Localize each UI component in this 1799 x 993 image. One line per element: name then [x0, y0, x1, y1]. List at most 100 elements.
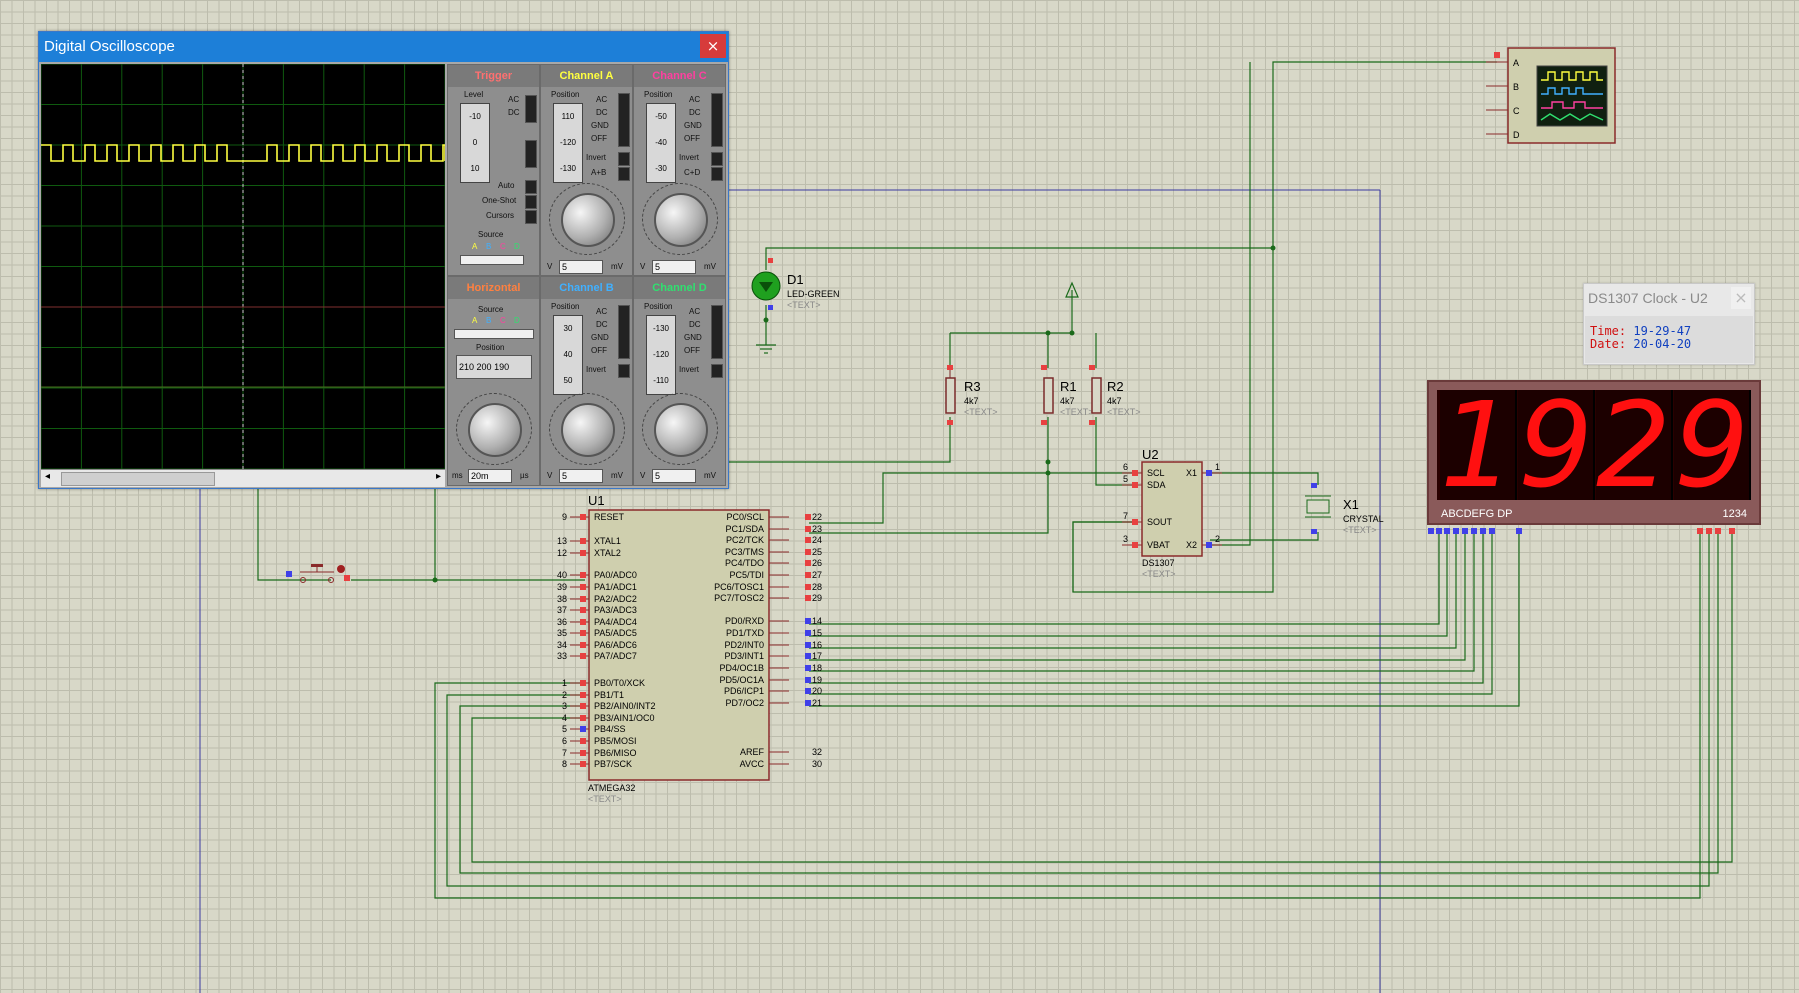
close-icon[interactable]: × [1731, 287, 1751, 309]
horizontal-time-value[interactable]: 20m [468, 469, 512, 483]
u1-pin-34[interactable]: 34 PA6/ADC6 [557, 640, 637, 650]
channel-c-invert-button[interactable] [711, 152, 723, 166]
trigger-edge-switch[interactable] [525, 140, 537, 168]
u1-pin-20[interactable]: 20 PD6/ICP1 [724, 686, 822, 696]
u1-pin-8[interactable]: 8 PB7/SCK [562, 759, 632, 769]
pin-label: PC7/TOSC2 [714, 593, 764, 603]
channel-a-sum-button[interactable] [618, 167, 630, 181]
u1-pin-39[interactable]: 39 PA1/ADC1 [557, 582, 637, 592]
h-source-c: C [500, 316, 506, 325]
u1-pin-26[interactable]: 26 PC4/TDO [725, 558, 822, 568]
u1-pin-6[interactable]: 6 PB5/MOSI [562, 736, 637, 746]
horizontal-position-slider[interactable]: 210 200 190 [456, 355, 532, 379]
u1-pin-15[interactable]: 15 PD1/TXD [726, 628, 822, 638]
crystal-x1[interactable] [1305, 483, 1331, 534]
horizontal-time-knob[interactable] [468, 403, 522, 457]
u1-pin-33[interactable]: 33 PA7/ADC7 [557, 651, 637, 661]
display-segment-pin[interactable] [1444, 528, 1450, 534]
u1-pin-38[interactable]: 38 PA2/ADC2 [557, 594, 637, 604]
u1-pin-24[interactable]: 24 PC2/TCK [726, 535, 822, 545]
channel-b-scale-value[interactable]: 5 [559, 469, 603, 483]
channel-c-position-slider[interactable]: -50 -40 -30 [646, 103, 676, 183]
u1-pin-22[interactable]: 22 PC0/SCL [726, 512, 822, 522]
display-segment-pin[interactable] [1489, 528, 1495, 534]
channel-d-volts-knob[interactable] [654, 403, 708, 457]
u1-pin-16[interactable]: 16 PD2/INT0 [724, 640, 822, 650]
display-segment-pin[interactable] [1462, 528, 1468, 534]
u1-pin-3[interactable]: 3 PB2/AIN0/INT2 [562, 701, 656, 711]
channel-c-volts-knob[interactable] [654, 193, 708, 247]
u1-pin-19[interactable]: 19 PD5/OC1A [719, 675, 822, 685]
resistor-r1[interactable] [1041, 365, 1054, 425]
trigger-coupling-switch[interactable] [525, 95, 537, 123]
channel-b-invert-button[interactable] [618, 364, 630, 378]
seven-segment-display[interactable]: 1 9 2 9 ABCDEFG DP 1234 [1427, 380, 1761, 525]
display-digit-pin[interactable] [1715, 528, 1721, 534]
trigger-auto-button[interactable] [525, 180, 537, 194]
channel-d-position-slider[interactable]: -130 -120 -110 [646, 315, 676, 395]
u1-pin-23[interactable]: 23 PC1/SDA [725, 524, 822, 534]
display-digit-pin[interactable] [1706, 528, 1712, 534]
trigger-cursors-button[interactable] [525, 210, 537, 224]
close-icon[interactable]: × [700, 34, 726, 58]
u1-pin-35[interactable]: 35 PA5/ADC5 [557, 628, 637, 638]
u1-pin-21[interactable]: 21 PD7/OC2 [725, 698, 822, 708]
channel-c-scale-value[interactable]: 5 [652, 260, 696, 274]
u1-pin-9[interactable]: 9 RESET [562, 512, 625, 522]
pin-label: RESET [594, 512, 625, 522]
display-digit-pin[interactable] [1729, 528, 1735, 534]
channel-d-coupling-switch[interactable] [711, 305, 723, 359]
channel-a-invert-button[interactable] [618, 152, 630, 166]
display-segment-pin[interactable] [1480, 528, 1486, 534]
oscilloscope-probe-instrument[interactable] [1486, 47, 1616, 144]
u1-pin-4[interactable]: 4 PB3/AIN1/OC0 [562, 713, 655, 723]
trigger-level-slider[interactable]: -10 0 10 [460, 103, 490, 183]
channel-a-volts-knob[interactable] [561, 193, 615, 247]
scroll-left-icon[interactable]: ◂ [45, 471, 50, 482]
u1-pin-5[interactable]: 5 PB4/SS [562, 724, 626, 734]
u1-pin-27[interactable]: 27 PC5/TDI [729, 570, 822, 580]
u1-pin-32[interactable]: 32 AREF [740, 747, 822, 757]
horizontal-us-unit: µs [520, 471, 529, 480]
u1-pin-25[interactable]: 25 PC3/TMS [725, 547, 822, 557]
u1-pin-18[interactable]: 18 PD4/OC1B [719, 663, 822, 673]
u1-pin-1[interactable]: 1 PB0/T0/XCK [562, 678, 645, 688]
scroll-right-icon[interactable]: ▸ [436, 471, 441, 482]
scroll-thumb[interactable] [61, 472, 215, 486]
pin-number: 9 [562, 512, 567, 522]
u1-pin-14[interactable]: 14 PD0/RXD [725, 616, 822, 626]
channel-b-position-slider[interactable]: 30 40 50 [553, 315, 583, 395]
channel-b-coupling-switch[interactable] [618, 305, 630, 359]
channel-a-coupling-switch[interactable] [618, 93, 630, 147]
oscilloscope-screen[interactable] [40, 63, 446, 470]
trigger-source-slider[interactable] [460, 255, 524, 265]
channel-d-scale-value[interactable]: 5 [652, 469, 696, 483]
pin-label: PC2/TCK [726, 535, 764, 545]
oscilloscope-title-bar[interactable]: Digital Oscilloscope [39, 32, 728, 62]
display-digit-pin[interactable] [1697, 528, 1703, 534]
pin-label: PB7/SCK [594, 759, 632, 769]
channel-c-sum-button[interactable] [711, 167, 723, 181]
display-segment-pin[interactable] [1471, 528, 1477, 534]
channel-a-scale-value[interactable]: 5 [559, 260, 603, 274]
channel-d-invert-button[interactable] [711, 364, 723, 378]
channel-b-volts-knob[interactable] [561, 403, 615, 457]
u1-pin-7[interactable]: 7 PB6/MISO [562, 748, 637, 758]
oscilloscope-scrollbar[interactable]: ◂ ▸ [41, 469, 445, 487]
display-segment-pin[interactable] [1516, 528, 1522, 534]
oscilloscope-window[interactable]: Digital Oscilloscope × ◂ ▸ Trigger Level… [38, 31, 729, 489]
u1-pin-36[interactable]: 36 PA4/ADC4 [557, 617, 637, 627]
display-segment-pin[interactable] [1453, 528, 1459, 534]
display-segment-pin[interactable] [1428, 528, 1434, 534]
resistor-r3[interactable] [945, 365, 956, 425]
u1-pin-37[interactable]: 37 PA3/ADC3 [557, 605, 637, 615]
channel-a-position-slider[interactable]: 110 -120 -130 [553, 103, 583, 183]
u1-pin-40[interactable]: 40 PA0/ADC0 [557, 570, 637, 580]
horizontal-source-slider[interactable] [454, 329, 534, 339]
u1-pin-17[interactable]: 17 PD3/INT1 [724, 651, 822, 661]
display-segment-pin[interactable] [1436, 528, 1442, 534]
u1-pin-30[interactable]: 30 AVCC [740, 759, 822, 769]
trigger-oneshot-button[interactable] [525, 195, 537, 209]
channel-c-coupling-switch[interactable] [711, 93, 723, 147]
ds1307-clock-popup[interactable]: DS1307 Clock - U2 × Time: 19-29-47 Date:… [1583, 283, 1755, 365]
